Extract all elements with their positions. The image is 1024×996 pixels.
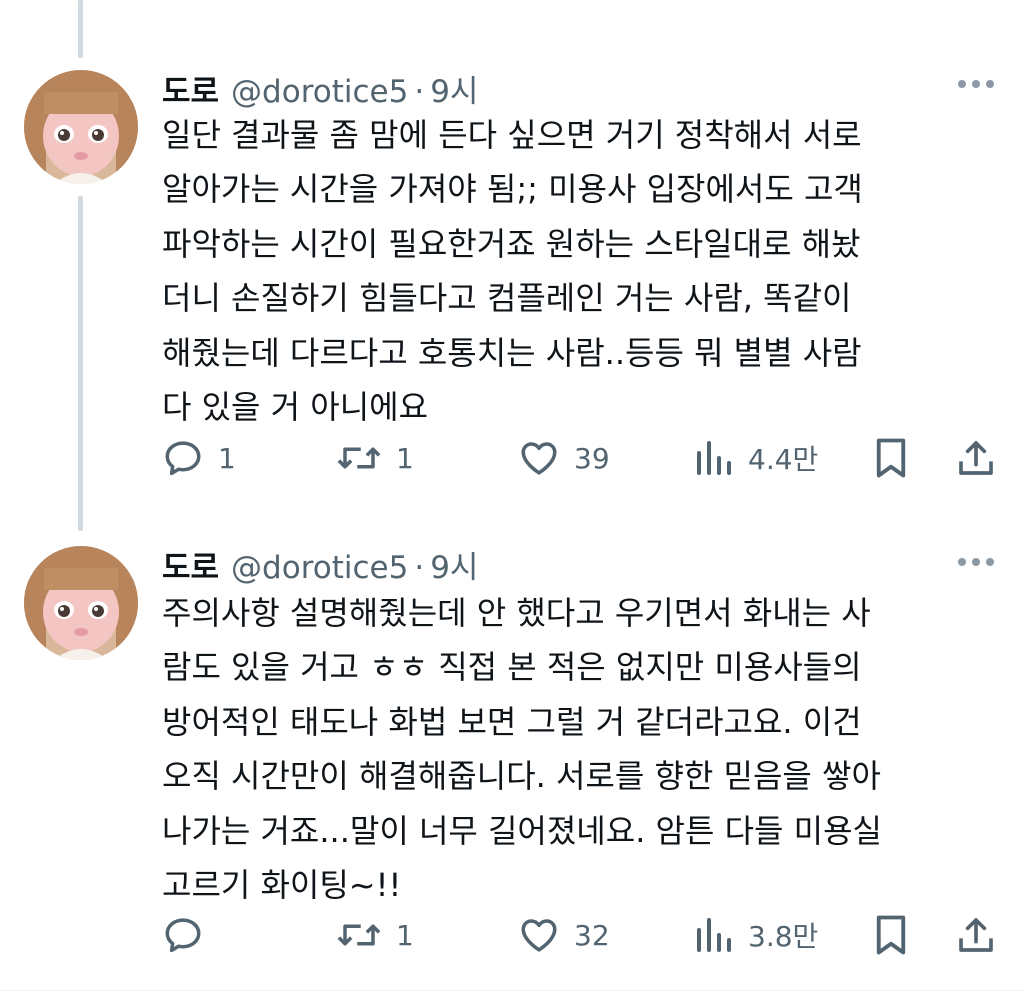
more-button[interactable] xyxy=(956,548,996,576)
retweet-count: 1 xyxy=(396,918,414,952)
timestamp[interactable]: 9시 xyxy=(430,542,478,587)
tweet-text-line: 람도 있을 거고 ㅎㅎ 직접 본 적은 없지만 미용사들의 xyxy=(162,648,862,687)
tweet-text-line: 방어적인 태도나 화법 보면 그럴 거 같더라고요. 이건 xyxy=(162,702,862,741)
divider xyxy=(0,990,1024,991)
doll-avatar-image xyxy=(24,546,138,660)
tweet-text-line: 주의사항 설명해줬는데 안 했다고 우기면서 화내는 사 xyxy=(162,594,871,632)
views-count: 3.8만 xyxy=(748,920,819,953)
author-name[interactable]: 도로 xyxy=(162,542,219,587)
avatar[interactable] xyxy=(24,546,138,660)
separator: · xyxy=(414,550,425,586)
tweet-text: 주의사항 설명해줬는데 안 했다고 우기면서 화내는 사 람도 있을 거고 ㅎㅎ… xyxy=(162,586,992,912)
views-button[interactable]: 3.8만 xyxy=(694,910,818,960)
views-icon xyxy=(697,918,731,952)
tweet-thread: 도로 @dorotice5 · 9시 일단 결과물 좀 맘에 든다 싶으면 거기… xyxy=(0,0,1024,996)
share-button[interactable] xyxy=(956,910,996,960)
retweet-icon xyxy=(337,924,381,946)
action-bar: 1 32 3.8만 xyxy=(0,910,1024,960)
retweet-button[interactable]: 1 xyxy=(336,910,414,960)
tweet-text-line: 고르기 화이팅~!! xyxy=(162,866,402,905)
author-handle[interactable]: @dorotice5 xyxy=(231,550,408,586)
share-icon xyxy=(959,918,993,952)
reply-icon xyxy=(165,918,201,953)
tweet[interactable]: 도로 @dorotice5 · 9시 주의사항 설명해줬는데 안 했다고 우기면… xyxy=(0,0,1024,996)
more-dots-icon xyxy=(958,558,994,566)
tweet-text-line: 오직 시간만이 해결해줍니다. 서로를 향한 믿음을 쌓아 xyxy=(162,757,881,796)
tweet-text-line: 나가는 거죠...말이 너무 길어졌네요. 암튼 다들 미용실 xyxy=(162,811,882,850)
like-button[interactable]: 32 xyxy=(518,910,610,960)
bookmark-icon xyxy=(876,915,906,955)
reply-button[interactable] xyxy=(162,910,218,960)
tweet-header: 도로 @dorotice5 · 9시 xyxy=(162,542,478,586)
like-count: 32 xyxy=(574,918,610,952)
heart-icon xyxy=(521,919,557,952)
bookmark-button[interactable] xyxy=(872,910,910,960)
